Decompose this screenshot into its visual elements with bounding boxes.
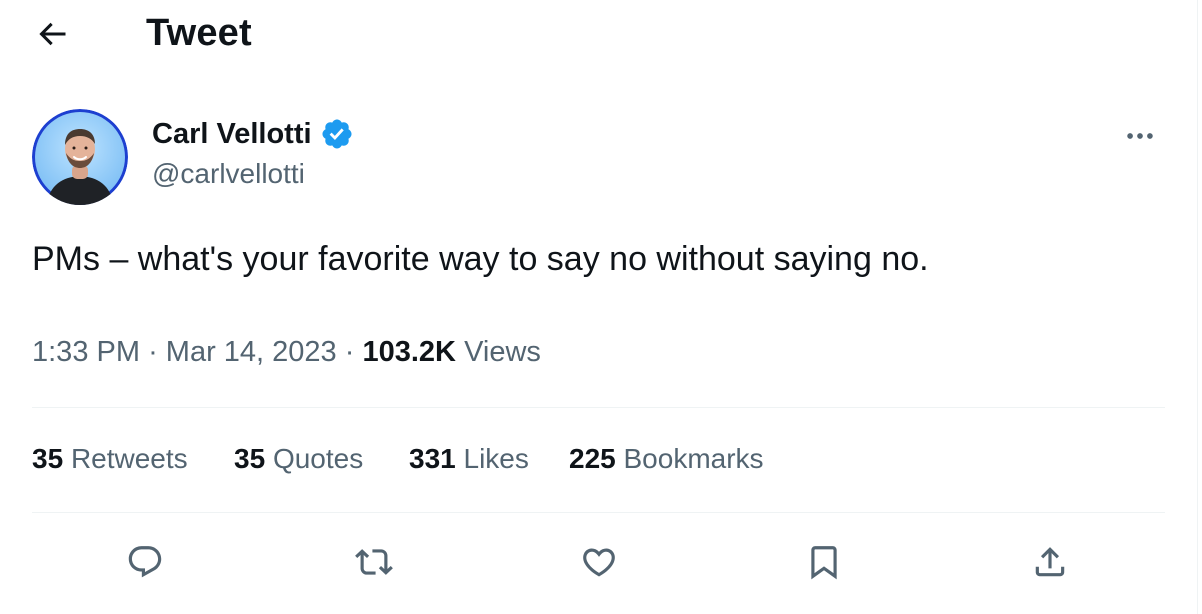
column-border xyxy=(1197,0,1198,614)
reply-icon xyxy=(128,546,162,578)
arrow-left-icon xyxy=(39,22,66,46)
back-button[interactable] xyxy=(30,14,74,54)
retweet-button[interactable] xyxy=(350,538,398,586)
retweets-label: Retweets xyxy=(70,443,188,474)
bookmark-button[interactable] xyxy=(800,538,848,586)
tweet-meta: 1:33 PM · Mar 14, 2023 · 103.2K Views xyxy=(32,336,541,369)
views-label: Views xyxy=(464,336,541,368)
likes-count: 331 xyxy=(409,443,456,474)
page-title: Tweet xyxy=(146,12,252,54)
bookmarks-count: 225 xyxy=(569,443,616,474)
retweet-icon xyxy=(355,549,393,575)
tweet-date[interactable]: Mar 14, 2023 xyxy=(166,336,337,368)
like-icon xyxy=(583,548,615,577)
tweet-text: PMs – what's your favorite way to say no… xyxy=(32,240,929,278)
reply-button[interactable] xyxy=(121,538,169,586)
verified-badge-icon[interactable] xyxy=(320,117,354,151)
quotes-stat[interactable]: 35 Quotes xyxy=(234,443,363,475)
author-name-row: Carl Vellotti xyxy=(152,117,354,151)
like-button[interactable] xyxy=(575,538,623,586)
quotes-count: 35 xyxy=(234,443,266,474)
quotes-label: Quotes xyxy=(272,443,364,474)
divider xyxy=(32,407,1165,408)
author-name[interactable]: Carl Vellotti xyxy=(152,118,312,151)
divider xyxy=(32,512,1165,513)
avatar-photo xyxy=(32,109,128,205)
likes-stat[interactable]: 331 Likes xyxy=(409,443,529,475)
tweet-time[interactable]: 1:33 PM xyxy=(32,336,140,368)
retweets-count: 35 xyxy=(32,443,64,474)
bookmarks-label: Bookmarks xyxy=(623,443,764,474)
views-count: 103.2K xyxy=(362,336,456,368)
top-bar: Tweet xyxy=(0,0,1196,70)
avatar[interactable] xyxy=(32,109,128,205)
meta-separator: · xyxy=(344,336,355,368)
bookmarks-stat[interactable]: 225 Bookmarks xyxy=(569,443,764,475)
retweets-stat[interactable]: 35 Retweets xyxy=(32,443,188,475)
bookmark-icon xyxy=(811,546,837,580)
share-icon xyxy=(1035,547,1065,577)
more-dots-icon xyxy=(1127,133,1153,139)
share-button[interactable] xyxy=(1026,538,1074,586)
author-handle[interactable]: @carlvellotti xyxy=(152,158,305,190)
meta-separator: · xyxy=(148,336,158,368)
more-options-button[interactable] xyxy=(1120,118,1160,154)
likes-label: Likes xyxy=(463,443,529,474)
